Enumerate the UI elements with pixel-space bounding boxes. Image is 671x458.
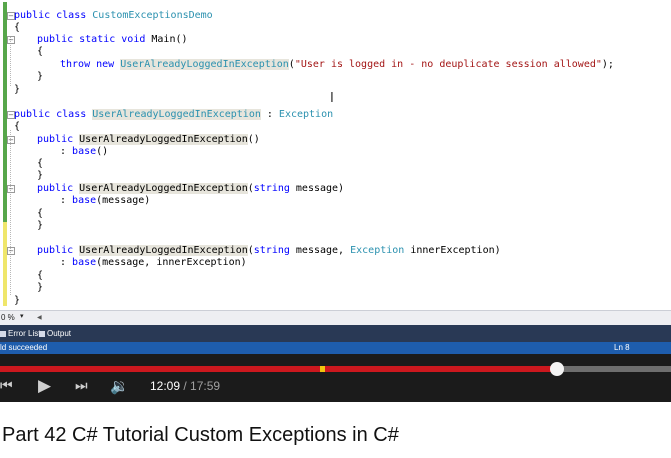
params: () — [247, 134, 260, 145]
brace: } — [37, 170, 44, 181]
keyword: public — [37, 183, 80, 194]
base-args: (message) — [96, 195, 151, 206]
status-bar: ld succeeded Ln 8 — [0, 342, 671, 354]
brace: { — [14, 121, 21, 132]
code-line: } — [0, 70, 43, 83]
next-icon[interactable]: ⏭ — [75, 378, 88, 394]
keyword: base — [72, 195, 97, 206]
code-line: } — [0, 294, 24, 307]
time-separator: / — [180, 379, 191, 393]
time-display: 12:09 / 17:59 — [150, 379, 220, 393]
constructor-name: UserAlreadyLoggedInException — [79, 134, 248, 145]
keyword: throw new — [60, 59, 121, 70]
tab-label: Output — [47, 329, 72, 338]
method-signature: Main() — [151, 34, 188, 45]
code-line: { — [0, 45, 43, 58]
code-line: } — [0, 219, 43, 232]
collapse-icon[interactable]: − — [7, 136, 15, 144]
code-line: } — [0, 169, 43, 182]
progress-bar[interactable] — [0, 362, 671, 376]
previous-icon[interactable]: ⏮ — [0, 378, 13, 394]
code-line: : base(message, innerException) — [0, 256, 247, 269]
keyword: base — [72, 257, 97, 268]
keyword: public class — [14, 10, 93, 21]
collapse-icon[interactable]: − — [7, 185, 15, 193]
current-time: 12:09 — [150, 379, 181, 393]
base-args: () — [96, 146, 109, 157]
code-line: } — [0, 83, 24, 96]
play-icon[interactable]: ▶ — [38, 376, 51, 396]
collapse-icon[interactable]: − — [7, 247, 15, 255]
line-number: Ln 8 — [614, 343, 630, 352]
paren: ); — [601, 59, 614, 70]
collapse-icon[interactable]: − — [7, 36, 15, 44]
text-cursor-icon: I — [330, 91, 334, 106]
chevron-down-icon[interactable]: ▾ — [20, 312, 24, 320]
error-list-icon — [0, 330, 6, 337]
type-reference: UserAlreadyLoggedInException — [120, 59, 289, 70]
class-name: UserAlreadyLoggedInException — [92, 109, 261, 120]
constructor-name: UserAlreadyLoggedInException — [79, 183, 248, 194]
keyword: public class — [14, 109, 93, 120]
keyword: public static void — [37, 34, 152, 45]
code-line: : base(message) — [0, 194, 150, 207]
keyword: string — [253, 245, 290, 256]
video-title: Part 42 C# Tutorial Custom Exceptions in… — [2, 424, 399, 446]
chapter-marker — [320, 366, 325, 372]
keyword: string — [253, 183, 290, 194]
volume-icon[interactable]: 🔉 — [110, 377, 129, 395]
zoom-level[interactable]: 0 % — [1, 313, 15, 322]
progress-played — [0, 366, 557, 372]
code-editor[interactable]: − public class CustomExceptionsDemo { − … — [0, 0, 671, 309]
tool-window-tabs: Error List Output — [0, 325, 671, 342]
scrubber-handle[interactable] — [550, 362, 564, 376]
build-status: ld succeeded — [0, 343, 48, 352]
brace: } — [37, 71, 44, 82]
colon: : — [60, 195, 73, 206]
duration: 17:59 — [190, 379, 221, 393]
brace: } — [14, 84, 21, 95]
scroll-left-icon[interactable]: ◀ — [37, 314, 42, 321]
keyword: base — [72, 146, 97, 157]
editor-zoom-bar: 0 % ▾ ◀ — [0, 310, 671, 325]
constructor-name: UserAlreadyLoggedInException — [79, 245, 248, 256]
brace: } — [37, 282, 44, 293]
type-reference: Exception — [350, 245, 405, 256]
base-args: (message, innerException) — [96, 257, 247, 268]
params: innerException) — [404, 245, 501, 256]
brace: } — [14, 295, 21, 306]
colon: : — [60, 146, 73, 157]
tab-label: Error List — [8, 329, 41, 338]
keyword: public — [37, 245, 80, 256]
tab-output[interactable]: Output — [39, 328, 71, 339]
colon: : — [60, 257, 73, 268]
keyword: public — [37, 134, 80, 145]
code-line: { — [0, 120, 24, 133]
brace: { — [37, 46, 44, 57]
string-literal: "User is logged in - no deuplicate sessi… — [294, 59, 602, 70]
class-name: CustomExceptionsDemo — [92, 10, 213, 21]
brace: } — [37, 220, 44, 231]
base-class: Exception — [278, 109, 334, 120]
code-line: } — [0, 281, 43, 294]
params: message) — [289, 183, 345, 194]
output-icon — [39, 330, 45, 337]
tab-error-list[interactable]: Error List — [0, 328, 40, 339]
video-player-controls: ⏮ ▶ ⏭ 🔉 12:09 / 17:59 — [0, 354, 671, 402]
params: message, — [289, 245, 351, 256]
separator: : — [260, 109, 279, 120]
